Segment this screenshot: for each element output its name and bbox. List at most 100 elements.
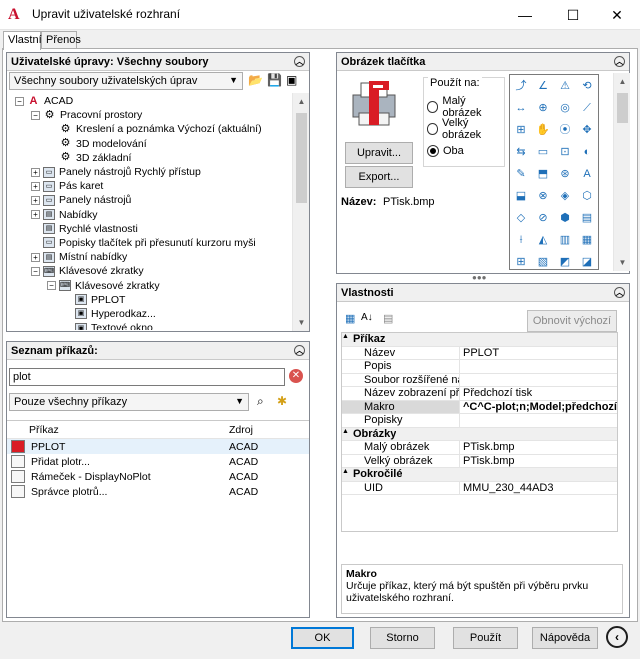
tree-item[interactable]: + ▭ Panely nástrojů [9,193,291,207]
button-image-option-icon[interactable]: ⊗ [533,186,553,206]
edit-image-button[interactable]: Upravit... [345,142,413,164]
tree-item[interactable]: ▣ Textové okno [9,321,291,330]
button-image-option-icon[interactable]: ⦿ [555,120,575,140]
button-image-option-icon[interactable]: ▥ [555,230,575,250]
command-filter-combo[interactable]: Pouze všechny příkazy ▼ [9,393,249,411]
collapse-icon[interactable]: ︿ [294,56,305,67]
property-row[interactable]: Soubor rozšířené nabídky [342,373,617,387]
radio-large-image[interactable]: Velký obrázek [427,117,504,141]
property-category[interactable]: ▲ Pokročilé [342,468,617,482]
ok-button[interactable]: OK [291,627,354,649]
collapse-icon[interactable]: ︿ [294,345,305,356]
partial-file-icon[interactable]: ▣ [286,73,297,87]
collapse-dialog-icon[interactable]: ‹ [606,626,628,648]
sort-alphabetical-icon[interactable]: A↓ [361,312,373,323]
minimize-button[interactable]: — [502,0,548,30]
property-row[interactable]: Popisky [342,414,617,428]
property-row[interactable]: UID MMU_230_44AD3 [342,481,617,495]
column-header-source[interactable]: Zdroj [229,424,309,436]
button-image-option-icon[interactable]: ⇆ [511,142,531,162]
property-category[interactable]: ▲ Příkaz [342,333,617,347]
button-image-option-icon[interactable]: ▦ [577,230,597,250]
button-image-option-icon[interactable]: ⟋ [577,98,597,118]
collapse-category-icon[interactable]: ▲ [342,428,349,441]
property-row[interactable]: Název zobrazení příkazuPředchozí tisk [342,387,617,401]
tree-item[interactable]: + ▤ Místní nabídky [9,250,291,264]
splitter-grip-icon[interactable]: ●●● [472,273,487,282]
expand-node-icon[interactable]: + [31,252,40,262]
tree-item[interactable]: ▣ Hyperodkaz... [9,307,291,321]
button-image-option-icon[interactable]: ⊕ [533,98,553,118]
search-input[interactable]: plot [9,368,285,386]
collapse-icon[interactable]: ︿ [614,287,625,298]
tree-item[interactable]: − A ACAD [9,94,291,108]
property-category[interactable]: ▲ Obrázky [342,427,617,441]
property-row[interactable]: Malý obrázek PTisk.bmp [342,441,617,455]
tree-item[interactable]: ▭ Popisky tlačítek při přesunutí kurzoru … [9,236,291,250]
property-row[interactable]: Velký obrázek PTisk.bmp [342,454,617,468]
property-value[interactable] [460,360,617,373]
button-image-option-icon[interactable]: ⊘ [533,208,553,228]
tree-item[interactable]: ▤ Rychlé vlastnosti [9,222,291,236]
tree-scrollbar[interactable]: ▲ ▼ [292,93,309,331]
clear-search-icon[interactable]: ✕ [289,369,303,383]
button-image-option-icon[interactable]: ◇ [511,208,531,228]
tab-vlastni[interactable]: Vlastní [3,31,42,50]
button-image-option-icon[interactable]: A [577,164,597,184]
scroll-down-icon[interactable]: ▼ [614,254,631,271]
button-image-option-icon[interactable]: ⊡ [555,142,575,162]
button-image-option-icon[interactable]: ▧ [533,252,553,269]
property-value[interactable]: PTisk.bmp [460,455,617,468]
button-image-option-icon[interactable]: ⊛ [555,164,575,184]
expand-node-icon[interactable]: + [31,167,40,177]
customization-tree[interactable]: − A ACAD − ⚙ Pracovní prostory ⚙ Kreslení a poz… [9,94,291,330]
button-image-option-icon[interactable]: ✋ [533,120,553,140]
scroll-thumb[interactable] [617,93,628,123]
property-pages-icon[interactable]: ▤ [383,312,393,325]
tree-item[interactable]: + ▭ Pás karet [9,179,291,193]
tree-item[interactable]: + ▭ Panely nástrojů Rychlý přístup [9,165,291,179]
image-icon-grid[interactable]: ⤴∠⚠⟲↔⊕◎⟋⊞✋⦿✥⇆▭⊡◐✎⬒⊛A⬓⊗◈⬡◇⊘⬢▤⟊◭▥▦⊞▧◩◪▨◫▩◬ [509,74,599,270]
help-button[interactable]: Nápověda [532,627,598,649]
collapse-category-icon[interactable]: ▲ [342,333,349,346]
categorized-view-icon[interactable]: ▦ [345,312,355,325]
button-image-option-icon[interactable]: ⤴ [511,76,531,96]
tree-item[interactable]: ⚙ Kreslení a poznámka Výchozí (aktuální) [9,122,291,136]
button-image-option-icon[interactable]: ◪ [577,252,597,269]
button-image-option-icon[interactable]: ✥ [577,120,597,140]
cancel-button[interactable]: Storno [370,627,435,649]
property-value[interactable]: Předchozí tisk [460,387,617,400]
expand-node-icon[interactable]: + [31,210,40,220]
expand-node-icon[interactable]: + [31,195,40,205]
scroll-up-icon[interactable]: ▲ [293,93,310,110]
radio-small-image[interactable]: Malý obrázek [427,95,504,119]
tree-item[interactable]: − ⌨ Klávesové zkratky [9,278,291,292]
column-header-command[interactable]: Příkaz [7,424,229,436]
button-image-option-icon[interactable]: ⬡ [577,186,597,206]
button-image-option-icon[interactable]: ⚠ [555,76,575,96]
maximize-button[interactable]: ☐ [550,0,596,30]
apply-button[interactable]: Použít [453,627,518,649]
collapse-node-icon[interactable]: − [15,96,24,106]
open-file-icon[interactable]: 📂 [248,73,263,87]
collapse-node-icon[interactable]: − [31,110,40,120]
property-value[interactable]: ^C^C-plot;n;Model;předchozí [460,401,617,414]
button-image-option-icon[interactable]: ↔ [511,98,531,118]
scroll-up-icon[interactable]: ▲ [614,73,631,90]
button-image-option-icon[interactable]: ▭ [533,142,553,162]
tree-item[interactable]: + ▤ Nabídky [9,208,291,222]
tree-item[interactable]: − ⚙ Pracovní prostory [9,108,291,122]
property-row[interactable]: Makro ^C^C-plot;n;Model;předchozí [342,400,617,414]
table-row[interactable]: PPLOT ACAD [7,439,309,454]
button-image-option-icon[interactable]: ∠ [533,76,553,96]
table-row[interactable]: Rámeček - DisplayNoPlot ACAD [7,469,309,484]
tree-item[interactable]: ⚙ 3D modelování [9,137,291,151]
button-image-option-icon[interactable]: ◎ [555,98,575,118]
tree-item[interactable]: ▣ PPLOT [9,293,291,307]
property-value[interactable]: PPLOT [460,347,617,360]
scroll-thumb[interactable] [296,113,307,203]
property-row[interactable]: Název PPLOT [342,346,617,360]
scroll-down-icon[interactable]: ▼ [293,314,310,331]
collapse-node-icon[interactable]: − [47,281,56,291]
button-image-option-icon[interactable]: ⊞ [511,120,531,140]
